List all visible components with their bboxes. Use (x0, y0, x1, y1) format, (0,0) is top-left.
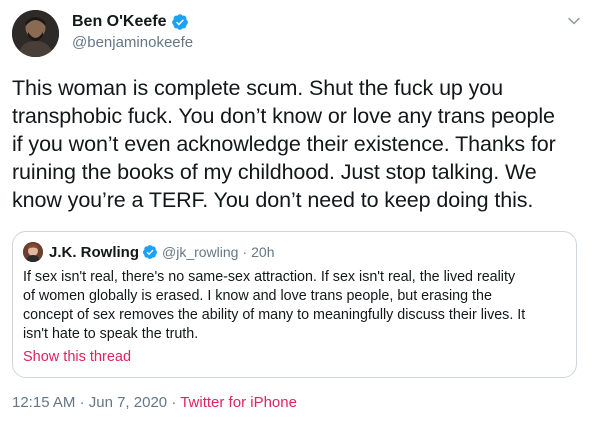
verified-badge-icon (143, 245, 157, 259)
quoted-author-avatar (23, 242, 43, 262)
author-display-name[interactable]: Ben O'Keefe (72, 12, 167, 32)
separator-dot: · (242, 244, 248, 260)
separator-dot: · (79, 394, 85, 411)
tweet-text: This woman is complete scum. Shut the fu… (12, 76, 556, 212)
separator-dot: · (171, 394, 177, 411)
author-handle[interactable]: @benjaminokeefe (72, 34, 193, 52)
quoted-tweet[interactable]: J.K. Rowling @jk_rowling · 20h If sex is… (12, 231, 577, 378)
tweet-metadata: 12:15 AM · Jun 7, 2020 · Twitter for iPh… (12, 394, 297, 411)
verified-badge-icon (171, 14, 188, 30)
quoted-tweet-time: 20h (251, 244, 275, 260)
tweet-date[interactable]: Jun 7, 2020 (89, 394, 167, 411)
author-name-row: Ben O'Keefe (72, 12, 189, 32)
author-avatar[interactable] (12, 10, 59, 57)
tweet-source-link[interactable]: Twitter for iPhone (180, 394, 297, 411)
tweet: Ben O'Keefe @benjaminokeefe This woman i… (0, 0, 593, 421)
tweet-time[interactable]: 12:15 AM (12, 394, 75, 411)
quoted-author-handle: @jk_rowling (162, 244, 239, 260)
show-thread-link[interactable]: Show this thread (23, 348, 131, 367)
chevron-down-icon[interactable] (567, 14, 581, 28)
quoted-author-display-name: J.K. Rowling (49, 243, 139, 261)
quoted-tweet-header: J.K. Rowling @jk_rowling · 20h (23, 242, 275, 262)
quoted-tweet-text: If sex isn't real, there's no same-sex a… (23, 269, 526, 342)
